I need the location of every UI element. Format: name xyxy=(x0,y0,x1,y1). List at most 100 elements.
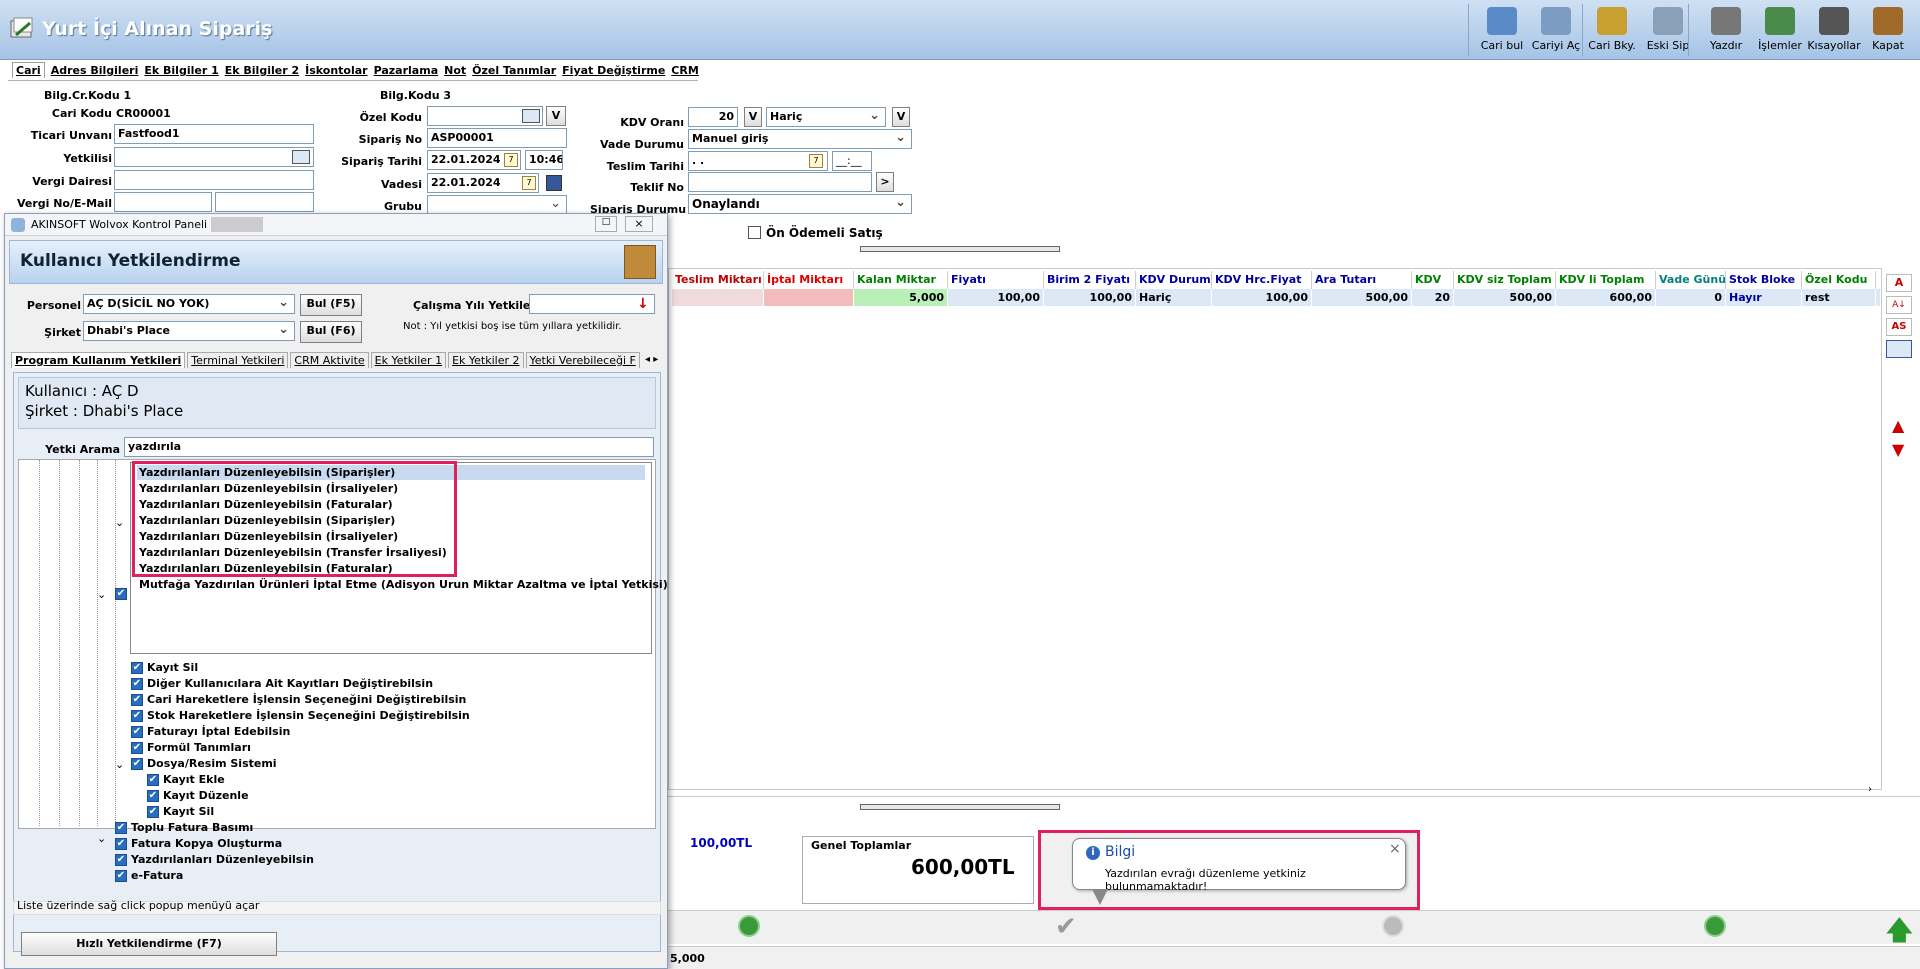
permission-checkbox[interactable]: ✔ xyxy=(131,742,143,754)
tree-item[interactable]: Kayıt Sil xyxy=(163,805,214,818)
table-cell[interactable]: 600,00 xyxy=(1556,289,1656,306)
permission-checkbox[interactable]: ✔ xyxy=(115,822,127,834)
column-header[interactable]: Birim 2 Fiyatı xyxy=(1044,271,1136,289)
permission-tab-5[interactable]: Yetki Verebileceği F xyxy=(525,352,640,368)
table-row[interactable]: 5,000 100,00 100,00 Hariç 100,00 500,00 20 500,… xyxy=(672,289,1880,306)
tab-2[interactable]: Ek Bilgiler 1 xyxy=(144,64,218,77)
splitter-handle[interactable] xyxy=(860,246,1060,252)
order-grid[interactable] xyxy=(668,268,1882,790)
tab-5[interactable]: Pazarlama xyxy=(374,64,439,77)
column-header[interactable]: KDV siz Toplam xyxy=(1454,271,1556,289)
table-cell[interactable]: 500,00 xyxy=(1312,289,1412,306)
cancel-icon[interactable] xyxy=(1382,915,1404,937)
table-cell[interactable]: 20 xyxy=(1412,289,1454,306)
tab-7[interactable]: Özel Tanımlar xyxy=(472,64,556,77)
tab-3[interactable]: Ek Bilgiler 2 xyxy=(225,64,299,77)
calendar-icon[interactable]: 7 xyxy=(504,153,518,167)
bul-f6-button[interactable]: Bul (F6) xyxy=(300,321,362,343)
tab-0[interactable]: Cari xyxy=(12,62,45,78)
arrow-down-icon[interactable]: ▼ xyxy=(1892,440,1904,459)
close-icon[interactable]: × xyxy=(1389,841,1401,857)
table-cell[interactable]: 100,00 xyxy=(948,289,1044,306)
permission-checkbox[interactable]: ✔ xyxy=(115,870,127,882)
personel-select[interactable]: AÇ D(SİCİL NO YOK) xyxy=(83,294,295,314)
permission-checkbox[interactable]: ✔ xyxy=(115,854,127,866)
bul-f5-button[interactable]: Bul (F5) xyxy=(300,294,362,316)
maximize-button[interactable]: □ xyxy=(595,216,617,232)
tree-item[interactable]: Dosya/Resim Sistemi xyxy=(147,757,277,770)
kısayollar-button[interactable]: Kısayollar xyxy=(1806,4,1862,56)
calendar-icon[interactable]: 7 xyxy=(809,154,823,168)
tree-item[interactable]: Yazdırılanları Düzenleyebilsin xyxy=(131,853,314,866)
edit-icon[interactable] xyxy=(738,915,760,937)
calendar-icon[interactable]: 7 xyxy=(522,176,536,190)
siparis-durumu-select[interactable]: Onaylandı xyxy=(688,194,912,214)
close-button[interactable]: × xyxy=(625,216,653,232)
tab-scroll-icon[interactable]: ◂ ▸ xyxy=(645,354,658,365)
permission-checkbox[interactable]: ✔ xyxy=(131,710,143,722)
permission-checkbox[interactable]: ✔ xyxy=(131,726,143,738)
table-cell[interactable]: Hariç xyxy=(1136,289,1212,306)
refresh-icon[interactable] xyxy=(1704,915,1726,937)
column-header[interactable]: Özel Kodu xyxy=(1802,271,1876,289)
yetkilisi-search-icon[interactable] xyxy=(292,150,310,164)
arrow-up-icon[interactable]: ▲ xyxy=(1892,416,1904,435)
grubu-select[interactable] xyxy=(427,195,567,215)
table-cell[interactable]: 100,00 xyxy=(1044,289,1136,306)
kdv-durum-v-button[interactable]: V xyxy=(892,107,910,127)
yetkilisi-input[interactable] xyxy=(114,147,314,167)
siparis-no-input[interactable]: ASP00001 xyxy=(427,128,567,148)
column-header[interactable]: Ara Tutarı xyxy=(1312,271,1412,289)
tree-item[interactable]: Formül Tanımları xyxy=(147,741,251,754)
search-result-item[interactable]: Mutfağa Yazdırılan Ürünleri İptal Etme (… xyxy=(137,577,670,592)
teslim-saati-input[interactable]: __:__ xyxy=(832,151,872,171)
permission-tab-4[interactable]: Ek Yetkiler 2 xyxy=(448,352,524,368)
tree-item[interactable]: Diğer Kullanıcılara Ait Kayıtları Değişt… xyxy=(147,677,433,690)
tree-item[interactable]: Kayıt Sil xyxy=(147,661,198,674)
table-cell[interactable]: Hayır xyxy=(1726,289,1802,306)
date-picker-icon[interactable] xyxy=(546,175,562,191)
vade-durumu-select[interactable]: Manuel giriş xyxy=(688,129,912,149)
tree-item[interactable]: Cari Hareketlere İşlensin Seçeneğini Değ… xyxy=(147,693,466,706)
exit-door-icon[interactable] xyxy=(624,245,656,279)
email-input[interactable] xyxy=(215,192,314,212)
column-header[interactable]: Vade Günü xyxy=(1656,271,1726,289)
teklif-no-input[interactable] xyxy=(688,172,872,192)
table-cell[interactable]: 500,00 xyxy=(1454,289,1556,306)
tree-item[interactable]: Fatura Kopya Oluşturma xyxy=(131,837,282,850)
tab-6[interactable]: Not xyxy=(444,64,466,77)
tree-item[interactable]: Kayıt Ekle xyxy=(163,773,225,786)
confirm-check-icon[interactable]: ✔ xyxy=(1055,912,1077,942)
on-odemeli-checkbox[interactable] xyxy=(748,226,761,239)
permission-checkbox[interactable]: ✔ xyxy=(131,694,143,706)
permission-tab-0[interactable]: Program Kullanım Yetkileri xyxy=(11,352,186,368)
sort-az-icon[interactable]: A↓ xyxy=(1886,296,1912,314)
table-cell[interactable] xyxy=(764,289,854,306)
cari-bky--button[interactable]: Cari Bky. xyxy=(1584,4,1640,56)
column-header[interactable]: KDV li Toplam xyxy=(1556,271,1656,289)
tab-1[interactable]: Adres Bilgileri xyxy=(51,64,139,77)
tab-4[interactable]: İskontolar xyxy=(305,64,367,77)
permission-checkbox[interactable]: ✔ xyxy=(131,678,143,690)
expand-chevron-icon[interactable]: ⌄ xyxy=(115,758,124,771)
permission-tab-2[interactable]: CRM Aktivite xyxy=(290,352,369,368)
permission-checkbox[interactable]: ✔ xyxy=(147,774,159,786)
grid-scroll-right-icon[interactable]: › xyxy=(1868,784,1872,795)
siparis-saati-input[interactable]: 10:46 xyxy=(525,150,563,170)
tab-8[interactable]: Fiyat Değiştirme xyxy=(562,64,665,77)
permission-checkbox[interactable]: ✔ xyxy=(147,790,159,802)
permission-checkbox[interactable]: ✔ xyxy=(131,758,143,770)
permission-checkbox[interactable]: ✔ xyxy=(115,588,127,600)
i-şlemler-button[interactable]: İşlemler xyxy=(1752,4,1808,56)
ozel-kodu-search-icon[interactable] xyxy=(522,109,540,123)
cariyi-aç-button[interactable]: Cariyi Aç xyxy=(1528,4,1584,56)
permission-checkbox[interactable]: ✔ xyxy=(115,838,127,850)
permission-tab-3[interactable]: Ek Yetkiler 1 xyxy=(370,352,447,368)
column-header[interactable]: Teslim Miktarı xyxy=(672,271,764,289)
yetki-arama-input[interactable]: yazdırıla xyxy=(124,437,654,457)
column-header[interactable]: KDV Durumu xyxy=(1136,271,1212,289)
yazdır-button[interactable]: Yazdır xyxy=(1698,4,1754,56)
tree-item[interactable]: Toplu Fatura Basımı xyxy=(131,821,253,834)
vergi-dairesi-input[interactable] xyxy=(114,170,314,190)
column-header[interactable]: Stok Bloke xyxy=(1726,271,1802,289)
